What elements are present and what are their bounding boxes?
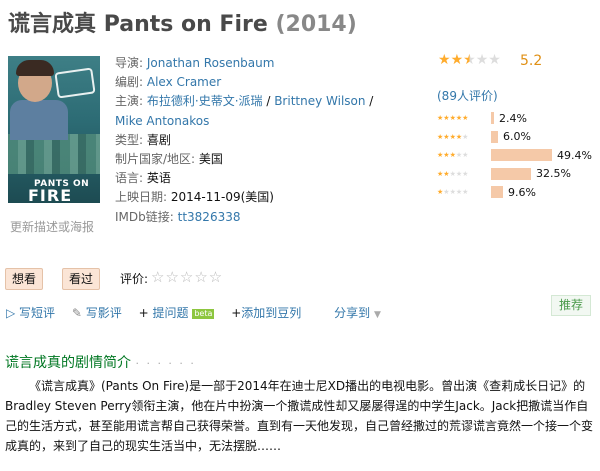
add-to-list-link[interactable]: 添加到豆列: [241, 306, 301, 320]
speech-bubble-icon: ▷: [6, 306, 20, 320]
imdb-row: IMDb链接: tt3826338: [115, 208, 365, 227]
genre-row: 类型: 喜剧: [115, 131, 365, 150]
poster-title-line2: FIRE: [28, 186, 73, 203]
language-value: 英语: [146, 171, 171, 186]
rating-bar: [491, 149, 552, 162]
cast-link-3[interactable]: Mike Antonakos: [115, 114, 209, 128]
director-row: 导演: Jonathan Rosenbaum: [115, 54, 365, 73]
star-half-icon: ★: [463, 52, 476, 68]
rating-percent: 2.4%: [499, 111, 527, 125]
want-to-watch-button[interactable]: 想看: [5, 268, 44, 290]
title-year: (2014): [275, 12, 357, 37]
country-row: 制片国家/地区: 美国: [115, 150, 365, 169]
rating-bar: [491, 186, 503, 199]
add-to-list-action[interactable]: +添加到豆列: [231, 306, 301, 320]
release-row: 上映日期: 2014-11-09(美国): [115, 188, 365, 207]
genre-label: 类型:: [115, 132, 144, 147]
mini-stars-icon: ★★★★★: [437, 188, 469, 197]
rating-bar: [491, 167, 531, 180]
imdb-link[interactable]: tt3826338: [178, 210, 241, 224]
rating-row-4-star: ★★★★★ 6.0%: [437, 128, 592, 147]
release-label: 上映日期:: [115, 190, 168, 205]
cast-row: 主演: 布拉德利·史蒂文·派瑞 / Brittney Wilson /: [115, 92, 373, 111]
synopsis-dots: · · · · · ·: [135, 357, 196, 370]
director-link[interactable]: Jonathan Rosenbaum: [147, 56, 275, 70]
ask-question-action[interactable]: + 提问题 beta: [139, 306, 215, 320]
cast-row-2: Mike Antonakos: [115, 112, 365, 131]
star-icon: ★: [438, 52, 451, 68]
ask-question-link[interactable]: 提问题: [152, 306, 188, 320]
write-review-action[interactable]: ✎ 写影评: [72, 306, 122, 320]
country-label: 制片国家/地区:: [115, 152, 196, 167]
language-row: 语言: 英语: [115, 169, 365, 188]
writer-label: 编剧:: [115, 75, 144, 90]
watched-button[interactable]: 看过: [62, 268, 101, 290]
star-empty-icon: ★: [475, 52, 489, 68]
mini-stars-icon: ★★★★★: [437, 114, 469, 123]
mini-stars-icon: ★★★★★: [437, 151, 469, 160]
release-value: 2014-11-09(美国): [170, 190, 274, 205]
country-value: 美国: [198, 152, 223, 167]
rating-percent: 9.6%: [508, 185, 536, 199]
cast-link-2[interactable]: Brittney Wilson: [274, 94, 365, 108]
poster-figure-hair: [16, 60, 54, 76]
cast-separator: /: [365, 94, 374, 109]
synopsis-text: 《谎言成真》(Pants On Fire)是一部于2014年在迪士尼XD播出的电…: [5, 379, 594, 453]
mini-stars-icon: ★★★★★: [437, 132, 469, 141]
rating-row-5-star: ★★★★★ 2.4%: [437, 109, 592, 128]
recommend-button[interactable]: 推荐: [551, 295, 592, 316]
write-review-link[interactable]: 写影评: [86, 306, 122, 320]
movie-info: 导演: Jonathan Rosenbaum 编剧: Alex Cramer 主…: [115, 54, 373, 227]
rating-percent: 32.5%: [536, 167, 571, 181]
share-action[interactable]: 分享到 ▼: [334, 306, 381, 320]
poster-crowd: [8, 134, 100, 174]
cast-label: 主演:: [115, 94, 144, 109]
rating-stars: ★★★★★: [438, 53, 501, 67]
title-en: Pants on Fire: [103, 12, 268, 37]
genre-value: 喜剧: [146, 132, 171, 147]
star-icon: ★: [450, 52, 464, 68]
rate-label: 评价:: [120, 272, 149, 286]
beta-badge: beta: [192, 308, 215, 319]
rating-row-3-star: ★★★★★ 49.4%: [437, 146, 592, 165]
write-short-review-link[interactable]: 写短评: [19, 306, 55, 320]
chevron-down-icon: ▼: [373, 310, 381, 320]
write-short-review-action[interactable]: ▷ 写短评: [6, 306, 55, 320]
rating-bar: [491, 112, 494, 125]
plus-icon: +: [138, 306, 153, 320]
poster-sign: [54, 67, 96, 99]
plus-icon: +: [231, 306, 242, 320]
update-description-link[interactable]: 更新描述或海报: [10, 218, 94, 235]
language-label: 语言:: [115, 171, 144, 186]
rating-distribution: ★★★★★ 2.4% ★★★★★ 6.0% ★★★★★ 49.4% ★★★★★ 32.5% ★★…: [437, 109, 592, 202]
writer-row: 编剧: Alex Cramer: [115, 73, 365, 92]
director-label: 导演:: [115, 56, 144, 70]
rating-percent: 6.0%: [503, 130, 531, 144]
cast-link-1[interactable]: 布拉德利·史蒂文·派瑞: [147, 94, 263, 108]
page-title: 谎言成真 Pants on Fire (2014): [8, 6, 357, 38]
mini-stars-icon: ★★★★★: [437, 169, 469, 178]
synopsis-heading: 谎言成真的剧情简介 · · · · · ·: [5, 352, 196, 372]
rating-score: 5.2: [520, 53, 543, 69]
pencil-icon: ✎: [71, 306, 86, 320]
writer-link[interactable]: Alex Cramer: [147, 75, 221, 89]
rating-percent: 49.4%: [557, 148, 592, 162]
cast-separator: /: [262, 94, 275, 109]
share-label[interactable]: 分享到: [334, 306, 370, 320]
imdb-label: IMDb链接:: [115, 209, 174, 224]
action-bar: ▷ 写短评 ✎ 写影评 + 提问题 beta +添加到豆列 分享到 ▼: [6, 304, 394, 321]
title-cn: 谎言成真: [8, 12, 97, 37]
poster-figure-body: [10, 100, 68, 140]
rating-row-2-star: ★★★★★ 32.5%: [437, 165, 592, 184]
rating-bar: [491, 130, 498, 143]
rating-row-1-star: ★★★★★ 9.6%: [437, 183, 592, 202]
synopsis-title: 谎言成真的剧情简介: [5, 355, 131, 371]
star-empty-icon: ★: [488, 52, 501, 68]
user-rate-stars[interactable]: ☆☆☆☆☆: [151, 268, 223, 286]
rating-count-link[interactable]: (89人评价): [437, 87, 498, 104]
movie-poster[interactable]: PANTS ON FIRE: [8, 56, 100, 203]
